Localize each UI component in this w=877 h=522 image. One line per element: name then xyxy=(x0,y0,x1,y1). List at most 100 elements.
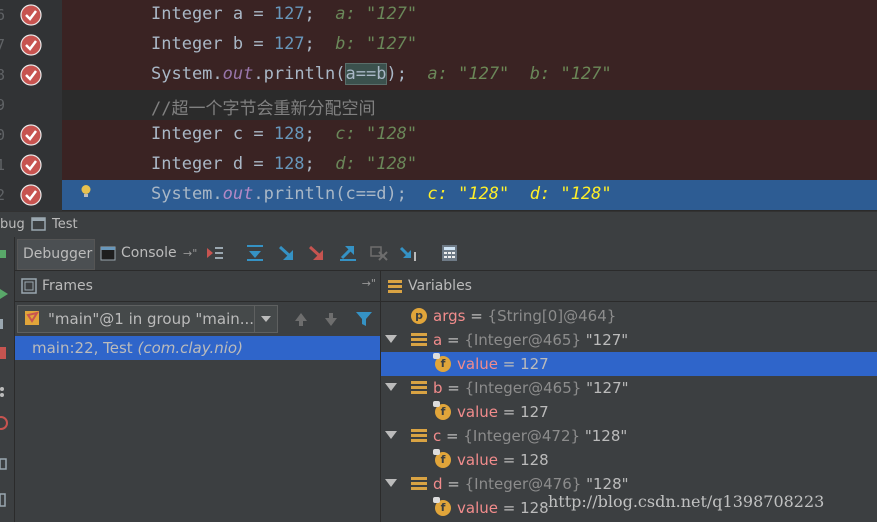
code-text: Integer a = 127; a: "127" xyxy=(151,4,418,24)
debugger-tabs-toolbar: Debugger Console →" xyxy=(15,237,877,271)
thread-dropdown-value: "main"@1 in group "main... xyxy=(48,310,255,328)
step-over-icon[interactable] xyxy=(245,244,265,262)
variable-text: args = {String[0]@464} xyxy=(433,307,617,325)
line-number: 9 xyxy=(0,96,6,114)
final-field-icon: f xyxy=(433,497,451,516)
variable-row[interactable]: f value = 128 xyxy=(381,448,877,472)
frame-row-selected[interactable]: main:22, Test (com.clay.nio) xyxy=(15,336,380,360)
frames-icon xyxy=(21,278,37,294)
breakpoint-verified-icon[interactable] xyxy=(20,154,42,176)
frame-row-text: main:22, Test (com.clay.nio) xyxy=(32,339,243,357)
evaluate-expression-icon[interactable] xyxy=(440,244,460,262)
stop-icon[interactable] xyxy=(0,345,14,361)
breakpoint-verified-icon[interactable] xyxy=(20,4,42,26)
step-out-icon[interactable] xyxy=(338,244,358,262)
thread-dropdown[interactable]: "main"@1 in group "main... xyxy=(17,305,278,333)
object-icon xyxy=(411,429,427,443)
variable-text: d = {Integer@476} "128" xyxy=(433,475,629,493)
object-icon xyxy=(411,333,427,347)
code-line[interactable]: 6 Integer a = 127; a: "127" xyxy=(0,0,877,30)
mute-breakpoints-icon[interactable] xyxy=(0,415,14,431)
settings-icon[interactable] xyxy=(0,492,14,508)
frames-panel: Frames →" "main"@1 in group "main... mai… xyxy=(15,271,381,522)
code-text: Integer d = 128; d: "128" xyxy=(151,154,418,174)
show-execution-point-icon[interactable] xyxy=(205,244,225,262)
expand-arrow-icon[interactable] xyxy=(385,479,397,487)
variable-text: c = {Integer@472} "128" xyxy=(433,427,628,445)
frames-pin-icon[interactable]: →" xyxy=(362,277,376,290)
expand-arrow-icon[interactable] xyxy=(385,335,397,343)
code-text: System.out.println(c==d); c: "128" d: "1… xyxy=(151,184,612,204)
line-number: 0 xyxy=(0,126,6,144)
variable-text: a = {Integer@465} "127" xyxy=(433,331,629,349)
variable-text: value = 127 xyxy=(457,403,549,421)
breakpoint-verified-icon[interactable] xyxy=(20,64,42,86)
frames-title: Frames xyxy=(42,278,93,294)
pause-icon[interactable] xyxy=(0,317,14,331)
object-icon xyxy=(411,477,427,491)
tab-console-label: Console xyxy=(121,245,177,261)
line-number: 6 xyxy=(0,6,6,24)
code-line[interactable]: 0 Integer c = 128; c: "128" xyxy=(0,120,877,150)
drop-frame-icon[interactable] xyxy=(369,244,389,262)
force-step-into-icon[interactable] xyxy=(307,244,327,262)
console-icon xyxy=(100,246,116,261)
variable-row[interactable]: f value = 127 xyxy=(381,400,877,424)
thread-suspended-icon xyxy=(25,311,40,325)
view-breakpoints-icon[interactable] xyxy=(0,385,14,399)
object-icon xyxy=(411,381,427,395)
code-text: System.out.println(a==b); a: "127" b: "1… xyxy=(151,63,612,85)
breakpoint-verified-icon[interactable] xyxy=(20,184,42,206)
variable-row[interactable]: a = {Integer@465} "127" xyxy=(381,328,877,352)
final-field-icon: f xyxy=(433,449,451,468)
breakpoint-verified-icon[interactable] xyxy=(20,124,42,146)
pin-arrow-icon[interactable]: →" xyxy=(183,239,197,268)
line-number: 2 xyxy=(0,186,6,204)
debug-title-label: bug xyxy=(0,217,25,232)
variable-row[interactable]: p args = {String[0]@464} xyxy=(381,304,877,328)
variable-row[interactable]: f value = 127 xyxy=(381,352,877,376)
intention-bulb-icon[interactable] xyxy=(79,184,93,198)
rerun-icon[interactable] xyxy=(0,247,14,261)
watermark: http://blog.csdn.net/q1398708223 xyxy=(548,492,825,511)
breakpoint-verified-icon[interactable] xyxy=(20,34,42,56)
variable-row[interactable]: b = {Integer@465} "127" xyxy=(381,376,877,400)
thread-dropdown-toggle[interactable] xyxy=(254,306,277,332)
variable-row[interactable]: c = {Integer@472} "128" xyxy=(381,424,877,448)
code-line[interactable]: 8 System.out.println(a==b); a: "127" b: "… xyxy=(0,60,877,90)
variables-panel: Variables p args = {String[0]@464} a = {I… xyxy=(381,271,877,522)
line-number: 7 xyxy=(0,36,6,54)
next-frame-icon[interactable] xyxy=(323,311,339,327)
code-text: //超一个字节会重新分配空间 xyxy=(151,99,376,119)
variable-text: value = 128 xyxy=(457,499,549,517)
frames-header: Frames →" xyxy=(15,271,380,302)
camera-icon[interactable] xyxy=(0,457,14,471)
final-field-icon: f xyxy=(433,401,451,420)
debug-side-toolbar xyxy=(0,237,15,522)
code-line[interactable]: 9 //超一个字节会重新分配空间 xyxy=(0,90,877,120)
tab-console[interactable]: Console →" xyxy=(97,239,207,268)
expand-arrow-icon[interactable] xyxy=(385,383,397,391)
filter-icon[interactable] xyxy=(355,311,373,327)
variables-header: Variables xyxy=(381,271,877,302)
run-config-label[interactable]: Test xyxy=(52,217,78,232)
resume-icon[interactable] xyxy=(0,287,14,301)
tab-debugger[interactable]: Debugger xyxy=(17,239,95,270)
variables-icon xyxy=(388,280,402,293)
chevron-down-icon xyxy=(261,316,271,322)
variable-text: value = 128 xyxy=(457,451,549,469)
expand-arrow-icon[interactable] xyxy=(385,431,397,439)
parameter-icon: p xyxy=(411,308,427,324)
code-editor[interactable]: 6 Integer a = 127; a: "127" 7 Integer b = 1… xyxy=(0,0,877,211)
code-line[interactable]: 1 Integer d = 128; d: "128" xyxy=(0,150,877,180)
step-into-icon[interactable] xyxy=(277,244,297,262)
run-to-cursor-icon[interactable] xyxy=(399,244,419,262)
tab-debugger-label: Debugger xyxy=(23,246,93,262)
code-line[interactable]: 2 System.out.println(c==d); c: "128" d: "… xyxy=(0,180,877,210)
previous-frame-icon[interactable] xyxy=(293,311,309,327)
variables-title: Variables xyxy=(408,278,472,294)
code-line[interactable]: 7 Integer b = 127; b: "127" xyxy=(0,30,877,60)
final-field-icon: f xyxy=(433,353,451,372)
variable-text: b = {Integer@465} "127" xyxy=(433,379,629,397)
line-number: 8 xyxy=(0,66,6,84)
